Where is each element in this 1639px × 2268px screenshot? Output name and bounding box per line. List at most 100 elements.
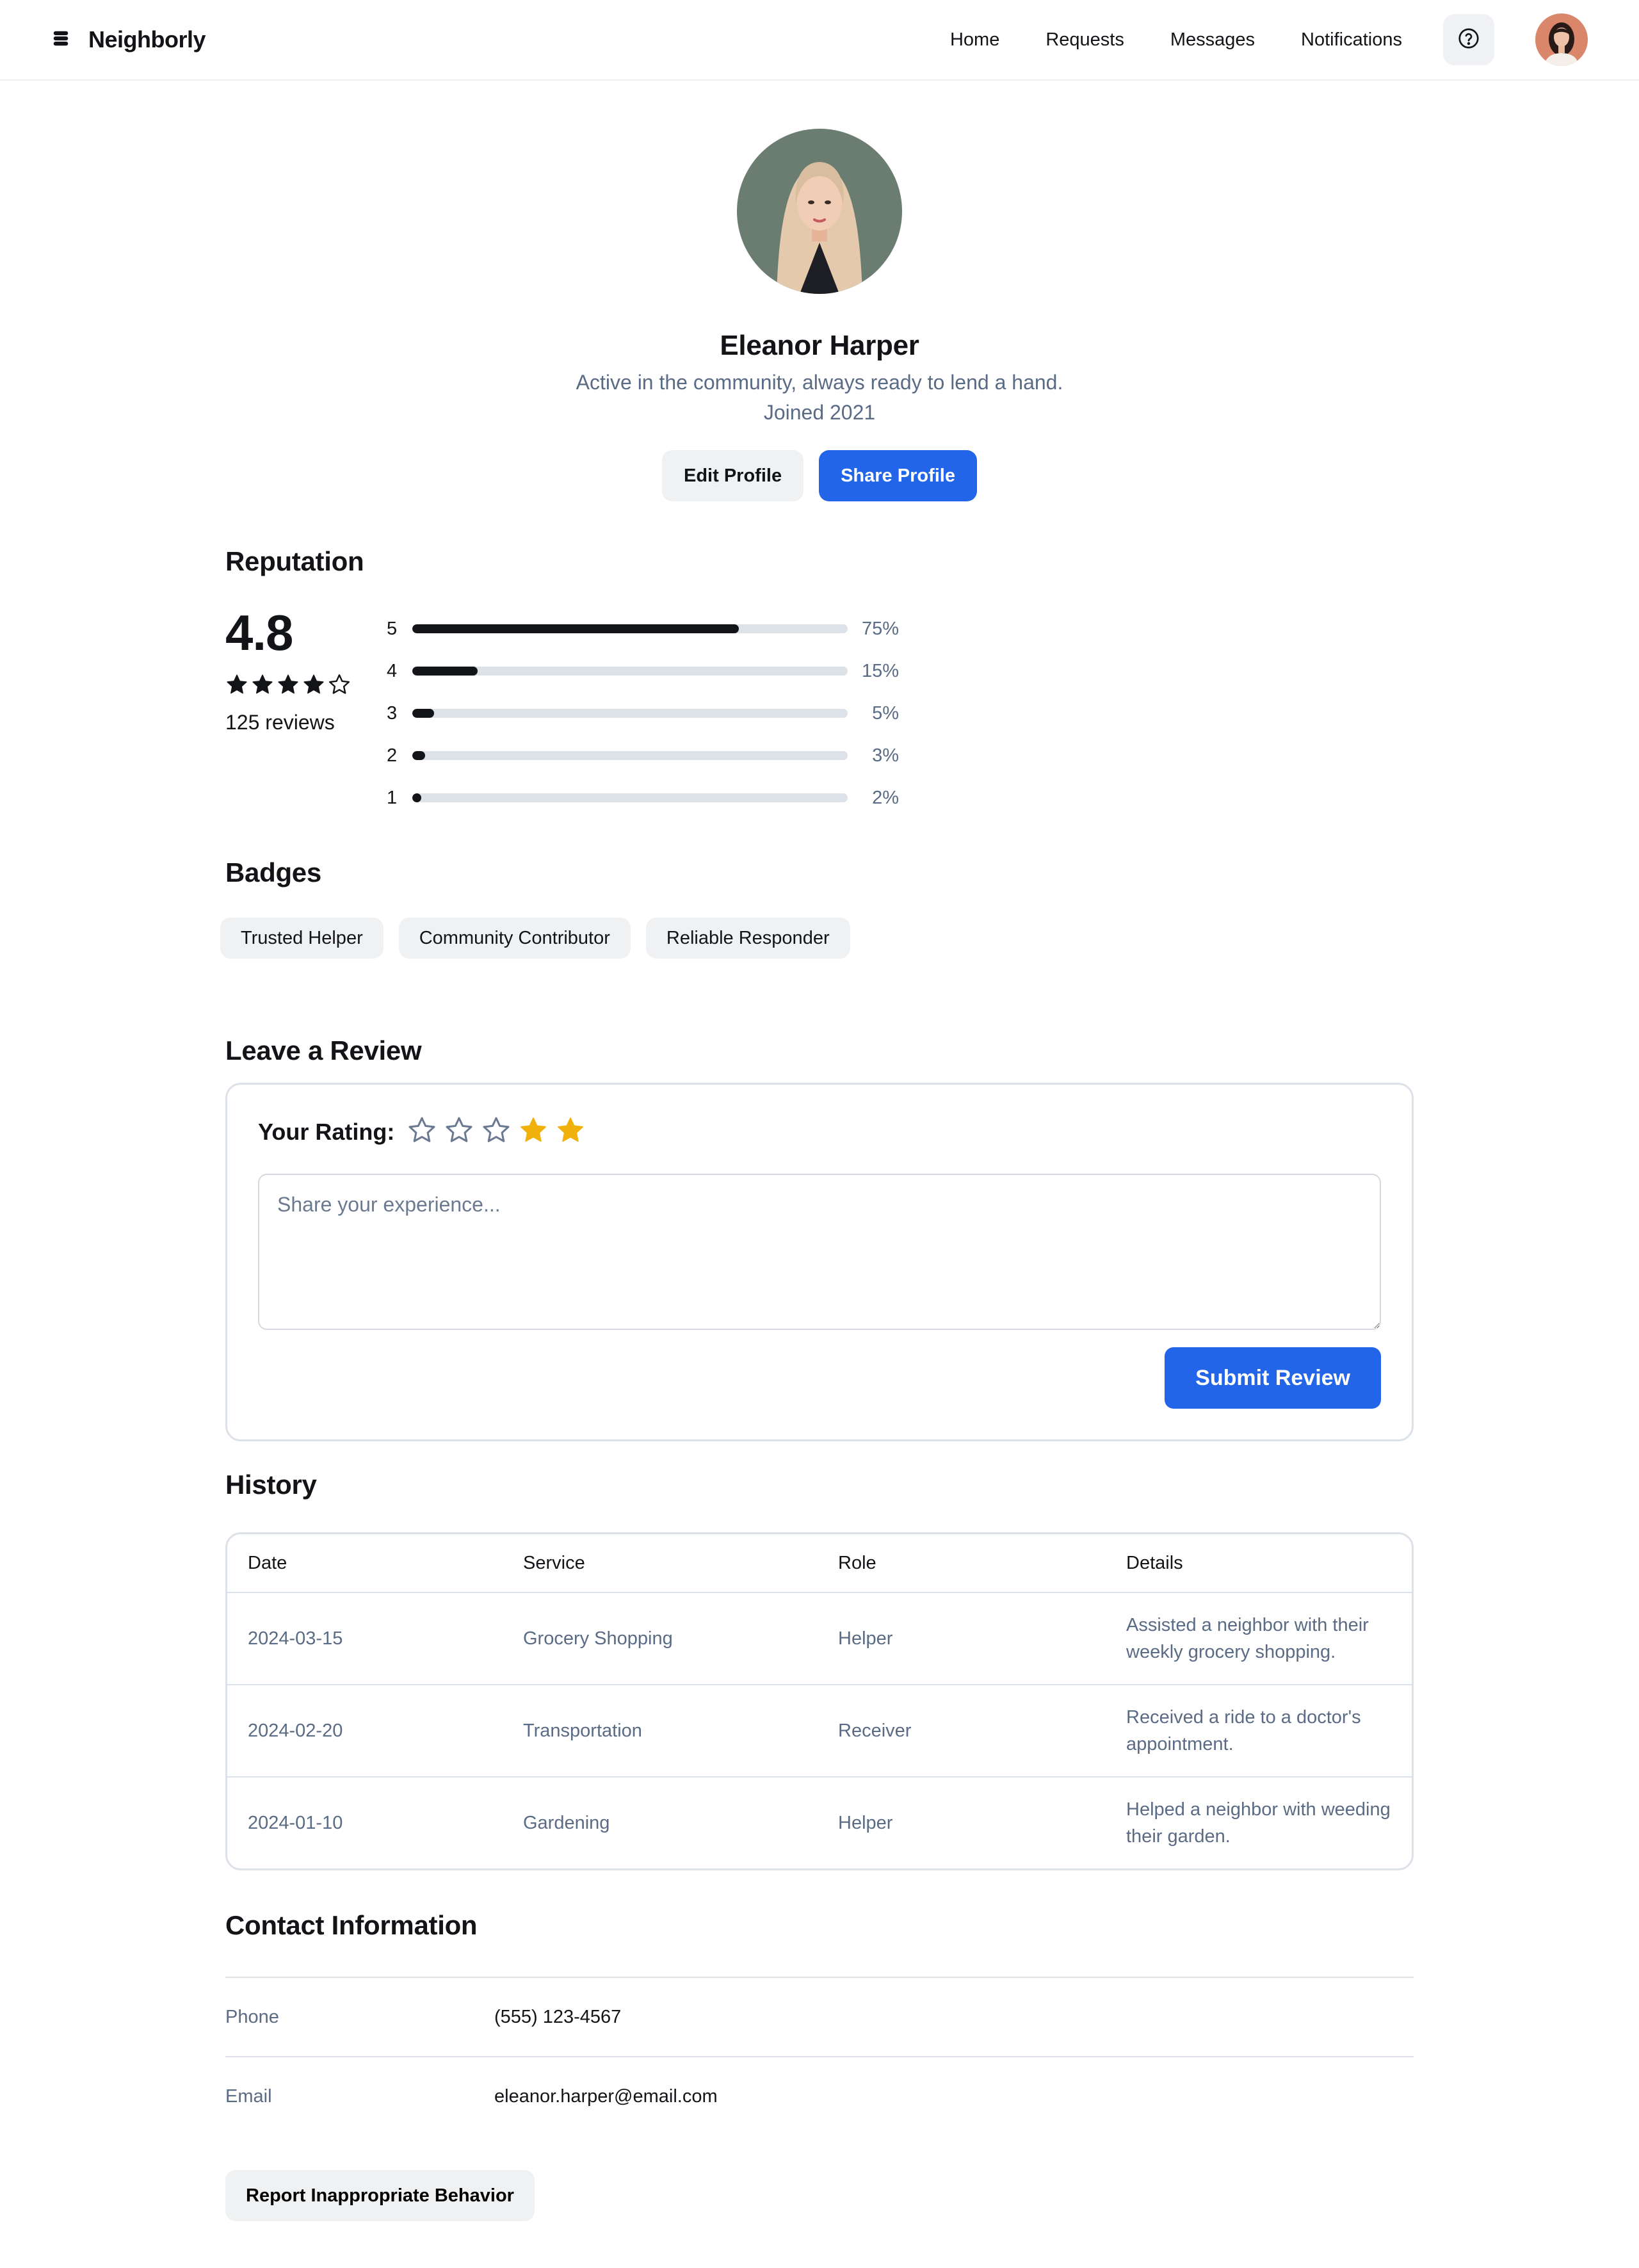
bar-star-label: 1 — [387, 787, 398, 808]
your-rating-label: Your Rating: — [258, 1118, 395, 1145]
bar-track — [412, 793, 848, 802]
review-count: 125 reviews — [225, 711, 335, 734]
review-section: Leave a Review Your Rating: Submit Revie… — [225, 1035, 1414, 1441]
nav-link-requests[interactable]: Requests — [1046, 29, 1124, 51]
rating-bar-row: 4 15% — [387, 650, 899, 692]
cell-date: 2024-03-15 — [227, 1592, 503, 1685]
table-row: 2024-01-10 Gardening Helper Helped a nei… — [227, 1777, 1412, 1868]
nav-link-messages[interactable]: Messages — [1170, 29, 1255, 51]
bar-star-label: 2 — [387, 745, 398, 766]
profile-joined: Joined 2021 — [763, 401, 876, 424]
badge-trusted-helper: Trusted Helper — [220, 918, 384, 959]
stack-icon — [51, 29, 70, 51]
bar-star-label: 4 — [387, 660, 398, 681]
email-label: Email — [225, 2086, 272, 2107]
star-outline-icon[interactable] — [407, 1115, 437, 1148]
bar-percent-label: 2% — [872, 787, 899, 808]
badges-section: Badges Trusted Helper Community Contribu… — [220, 857, 1414, 959]
profile-bio: Active in the community, always ready to… — [576, 371, 1063, 394]
bar-track — [412, 751, 848, 760]
top-navbar: Neighborly Home Requests Messages Notifi… — [0, 0, 1639, 81]
cell-role: Helper — [838, 1812, 893, 1833]
contact-title: Contact Information — [225, 1910, 478, 1940]
table-row: 2024-03-15 Grocery Shopping Helper Assis… — [227, 1592, 1412, 1685]
brand[interactable]: Neighborly — [51, 26, 206, 53]
cell-details: Received a ride to a doctor's appointmen… — [1106, 1685, 1412, 1778]
rating-distribution: 5 75% 4 15% 3 5% 2 3% 1 2% — [387, 608, 899, 819]
user-avatar[interactable] — [1535, 13, 1588, 66]
cell-details: Assisted a neighbor with their weekly gr… — [1106, 1592, 1412, 1685]
star-filled-icon[interactable] — [556, 1115, 585, 1148]
review-title: Leave a Review — [225, 1035, 422, 1065]
rating-bar-row: 3 5% — [387, 692, 899, 734]
reputation-title: Reputation — [225, 546, 364, 576]
bar-fill — [412, 667, 478, 676]
bar-percent-label: 15% — [861, 660, 899, 681]
column-header-role: Role — [818, 1534, 1106, 1593]
contact-section: Contact Information Phone (555) 123-4567… — [225, 1910, 1414, 2135]
help-circle-icon — [1457, 27, 1480, 53]
star-filled-icon — [277, 673, 300, 699]
bar-fill — [412, 793, 421, 802]
bar-star-label: 5 — [387, 618, 398, 639]
nav-link-home[interactable]: Home — [950, 29, 999, 51]
star-filled-icon — [302, 673, 325, 699]
brand-name: Neighborly — [88, 26, 206, 53]
edit-profile-button[interactable]: Edit Profile — [662, 450, 804, 501]
bar-track — [412, 624, 848, 633]
bar-track — [412, 709, 848, 718]
bar-fill — [412, 751, 426, 760]
phone-value[interactable]: (555) 123-4567 — [494, 2007, 621, 2028]
table-header-row: Date Service Role Details — [227, 1534, 1412, 1593]
nav-link-notifications[interactable]: Notifications — [1301, 29, 1402, 51]
star-outline-icon — [328, 673, 351, 699]
bar-percent-label: 3% — [872, 745, 899, 766]
star-filled-icon — [251, 673, 274, 699]
rating-bar-row: 1 2% — [387, 777, 899, 819]
history-table: Date Service Role Details 2024-03-15 Gro… — [225, 1532, 1414, 1870]
column-header-details: Details — [1106, 1534, 1412, 1593]
report-behavior-button[interactable]: Report Inappropriate Behavior — [225, 2170, 535, 2221]
bar-percent-label: 75% — [861, 618, 899, 639]
bar-fill — [412, 709, 434, 718]
review-form: Your Rating: Submit Review — [225, 1083, 1414, 1441]
star-outline-icon[interactable] — [481, 1115, 511, 1148]
star-filled-icon[interactable] — [519, 1115, 548, 1148]
profile-header: Eleanor Harper Active in the community, … — [225, 81, 1414, 501]
bar-track — [412, 667, 848, 676]
contact-row-email: Email eleanor.harper@email.com — [225, 2057, 1414, 2135]
rating-bar-row: 5 75% — [387, 608, 899, 650]
cell-service: Transportation — [503, 1685, 818, 1778]
bar-fill — [412, 624, 739, 633]
badge-community-contributor: Community Contributor — [398, 918, 631, 959]
cell-service: Grocery Shopping — [503, 1592, 818, 1685]
bar-percent-label: 5% — [872, 702, 899, 724]
rating-input — [407, 1115, 585, 1148]
star-outline-icon[interactable] — [444, 1115, 474, 1148]
history-title: History — [225, 1470, 317, 1500]
cell-date: 2024-02-20 — [227, 1685, 503, 1778]
cell-role: Receiver — [818, 1685, 1106, 1778]
rating-stars — [225, 673, 392, 699]
reputation-section: Reputation 4.8 125 reviews 5 75% 4 15% 3 5% 2 3… — [225, 546, 1414, 819]
help-button[interactable] — [1443, 14, 1494, 65]
star-filled-icon — [225, 673, 248, 699]
profile-name: Eleanor Harper — [720, 330, 919, 361]
bar-star-label: 3 — [387, 702, 398, 724]
badges-title: Badges — [225, 857, 321, 887]
rating-score: 4.8 — [225, 604, 293, 661]
phone-label: Phone — [225, 2006, 279, 2027]
profile-avatar — [737, 129, 902, 294]
submit-review-button[interactable]: Submit Review — [1165, 1347, 1381, 1409]
column-header-service: Service — [503, 1534, 818, 1593]
email-value[interactable]: eleanor.harper@email.com — [494, 2086, 718, 2107]
cell-role: Helper — [818, 1592, 1106, 1685]
column-header-date: Date — [227, 1534, 503, 1593]
cell-service: Gardening — [523, 1812, 610, 1833]
review-textarea[interactable] — [258, 1174, 1381, 1330]
badge-reliable-responder: Reliable Responder — [645, 918, 850, 959]
cell-details: Helped a neighbor with weeding their gar… — [1126, 1799, 1391, 1847]
contact-row-phone: Phone (555) 123-4567 — [225, 1978, 1414, 2057]
share-profile-button[interactable]: Share Profile — [819, 450, 977, 501]
rating-bar-row: 2 3% — [387, 734, 899, 777]
